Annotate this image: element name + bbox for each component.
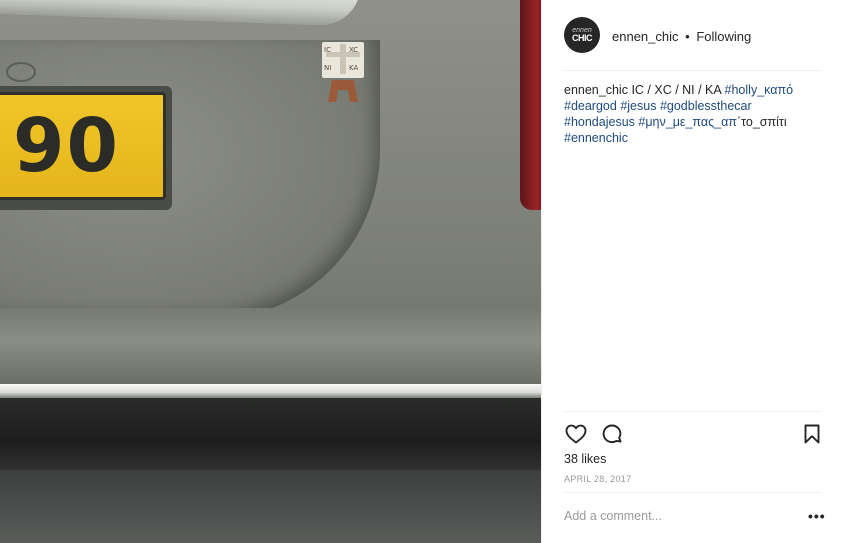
bookmark-icon[interactable] — [800, 422, 824, 446]
more-options-button[interactable]: ••• — [808, 508, 826, 524]
header-divider — [564, 70, 822, 71]
cross-sticker: IC XC NI KA — [322, 42, 364, 102]
road — [0, 470, 541, 543]
username-link[interactable]: ennen_chic — [612, 29, 679, 44]
svg-text:IC: IC — [324, 46, 331, 54]
actions-divider — [564, 411, 822, 412]
emblem-outline — [6, 62, 36, 82]
caption-trailing-text: ΄το_σπίτι — [736, 115, 787, 129]
avatar-text-bottom: CHIC — [572, 33, 593, 43]
hashtag-link[interactable]: #hondajesus — [564, 115, 635, 129]
post-photo[interactable]: 90 IC XC NI KA — [0, 0, 541, 543]
hashtag-link[interactable]: #jesus — [620, 99, 656, 113]
svg-text:KA: KA — [349, 64, 358, 72]
post-side-panel: ennen CHIC ennen_chic • Following ennen_… — [541, 0, 843, 543]
separator-dot: • — [685, 29, 690, 44]
svg-text:NI: NI — [324, 64, 331, 72]
svg-text:XC: XC — [349, 46, 358, 54]
hashtag-link[interactable]: #godblessthecar — [660, 99, 752, 113]
post-actions — [564, 422, 822, 446]
speech-bubble-icon[interactable] — [600, 422, 624, 446]
header-names: ennen_chic • Following — [612, 29, 751, 44]
taillight — [520, 0, 541, 210]
heart-icon[interactable] — [564, 422, 588, 446]
post-date[interactable]: APRIL 28, 2017 — [564, 474, 631, 484]
car-trim — [0, 0, 361, 27]
post-caption: ennen_chic IC / XC / NI / KA #holly_καπό… — [564, 82, 822, 146]
following-button[interactable]: Following — [696, 29, 751, 44]
license-plate: 90 — [0, 92, 166, 200]
hashtag-link[interactable]: #ennenchic — [564, 131, 628, 145]
chrome-strip — [0, 384, 541, 398]
hashtag-link[interactable]: #deargod — [564, 99, 617, 113]
caption-username[interactable]: ennen_chic — [564, 83, 628, 97]
caption-text: IC / XC / NI / KA — [631, 83, 722, 97]
comment-input[interactable]: Add a comment... — [564, 509, 662, 523]
comment-divider — [564, 492, 822, 493]
hashtag-link[interactable]: #holly_καπό — [725, 83, 794, 97]
likes-count[interactable]: 38 likes — [564, 452, 606, 466]
hashtag-link[interactable]: #μην_με_πας_απ — [638, 115, 737, 129]
post-header: ennen CHIC ennen_chic • Following — [564, 17, 822, 71]
plate-number: 90 — [13, 103, 120, 189]
avatar[interactable]: ennen CHIC — [564, 17, 600, 53]
bumper — [0, 308, 541, 390]
